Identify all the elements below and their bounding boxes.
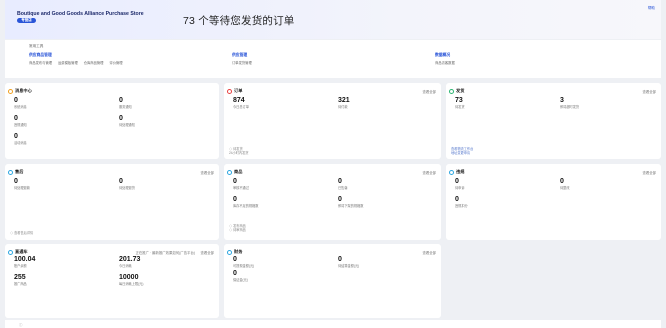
card-title: 订单: [234, 88, 243, 93]
finance-card: 财务 查看全部 0 可提现金额(元) 0 待结算金额(元) 0 保证金(元): [224, 244, 441, 318]
store-type-badge: 专营店: [17, 18, 36, 23]
tool-group-head[interactable]: 供应管理: [232, 53, 257, 58]
bottom-strip: ⓘ: [5, 320, 661, 328]
stat-to-ship[interactable]: 73 待发货: [455, 97, 465, 109]
goods-card: 商品 查看全部 0 审核不通过 0 已售罄 0 库存不足的规格数 0 即将下架的规格数 …: [224, 164, 441, 240]
view-all-link[interactable]: 查看全部: [200, 250, 214, 255]
tool-group-supply: 供应管理 订单发货管理: [232, 53, 257, 65]
aftersale-foot[interactable]: ◇ 查看售后详情: [10, 231, 33, 235]
card-title: 发货: [456, 88, 465, 93]
view-all-link[interactable]: 查看全部: [422, 170, 436, 175]
violation-card: 违规 查看全部 0 待申诉 0 待整改 0 违规扣分: [446, 164, 661, 240]
stat-service-notices[interactable]: 0 服务通知: [119, 97, 132, 109]
promo-status-text[interactable]: 正在推广 · 最新推广效果如何(广告平台): [135, 250, 195, 255]
stat-low-stock[interactable]: 0 库存不足的规格数: [233, 196, 259, 208]
stat-system-messages[interactable]: 0 系统消息: [14, 97, 27, 109]
view-all-link[interactable]: 查看全部: [642, 170, 656, 175]
card-title: 消息中心: [15, 88, 32, 93]
view-all-link[interactable]: 查看全部: [642, 89, 656, 94]
warning-icon: [449, 169, 454, 175]
stat-pending-rectify[interactable]: 0 待整改: [560, 178, 570, 190]
view-all-link[interactable]: 查看全部: [422, 89, 436, 94]
common-tools-panel: 常用工具 供应商品管理 商品发布与管理 运费模板管理 仓库商品管理 评价管理 供…: [5, 40, 661, 78]
stat-pending-notices[interactable]: 0 待处理通知: [119, 115, 135, 127]
stat-near-timeout[interactable]: 3 即将超时发货: [560, 97, 579, 109]
car-icon: [8, 249, 13, 255]
address-change-link[interactable]: 地址变更申请: [451, 151, 470, 155]
stat-pending-appeal[interactable]: 0 待申诉: [455, 178, 465, 190]
stat-today-spend[interactable]: 201.73 今日消耗: [119, 256, 140, 268]
tool-link[interactable]: 评价管理: [109, 61, 122, 65]
stat-today-orders[interactable]: 874 今日总订单: [233, 97, 249, 109]
tool-link[interactable]: 订单发货管理: [232, 61, 252, 65]
help-link[interactable]: 帮助: [648, 6, 655, 11]
tool-group-head[interactable]: 数据概况: [435, 53, 460, 58]
tool-group-goods: 供应商品管理 商品发布与管理 运费模板管理 仓库商品管理 评价管理: [29, 53, 128, 65]
stat-violation-notices[interactable]: 0 违规通知: [14, 115, 27, 127]
tool-link[interactable]: 商品访客数据: [435, 61, 455, 65]
orders-card: 订单 查看全部 874 今日总订单 321 待付款 ◇ 待发货 24小时内发货: [224, 83, 441, 159]
tool-link[interactable]: 仓库商品管理: [84, 61, 104, 65]
tools-title: 常用工具: [29, 44, 44, 48]
wallet-icon: [227, 249, 232, 255]
stat-sold-out[interactable]: 0 已售罄: [338, 178, 348, 190]
stat-activity-messages[interactable]: 0 活动消息: [14, 133, 27, 145]
promo-card: 直通车 正在推广 · 最新推广效果如何(广告平台) 查看全部 100.04 账户余…: [5, 244, 219, 318]
stat-soon-offline[interactable]: 0 即将下架的规格数: [338, 196, 364, 208]
service-icon: [8, 169, 13, 175]
stat-pending-refunds[interactable]: 0 待处理退款: [14, 178, 30, 190]
store-header: Boutique and Good Goods Alliance Purchas…: [5, 0, 661, 39]
bell-icon: [8, 88, 13, 94]
shipping-card: 发货 查看全部 73 待发货 3 即将超时发货 查看物流工作台 地址变更申请: [446, 83, 661, 159]
message-center-card: 消息中心 0 系统消息 0 服务通知 0 违规通知 0 待处理通知 0 活动消息: [5, 83, 219, 159]
truck-icon: [449, 88, 454, 94]
stat-withdrawable[interactable]: 0 可提现金额(元): [233, 256, 254, 268]
tool-link[interactable]: 商品发布与管理: [29, 61, 52, 65]
stat-account-balance[interactable]: 100.04 账户余额: [14, 256, 35, 268]
aftersale-card: 售后 查看全部 0 待处理退款 0 待处理退货 ◇ 查看售后详情: [5, 164, 219, 240]
pending-orders-notice[interactable]: 73 个等待您发货的订单: [183, 13, 295, 28]
tool-group-head[interactable]: 供应商品管理: [29, 53, 128, 58]
store-name: Boutique and Good Goods Alliance Purchas…: [17, 11, 144, 17]
card-title: 售后: [15, 169, 24, 174]
card-title: 违规: [456, 169, 465, 174]
view-all-link[interactable]: 查看全部: [422, 250, 436, 255]
stat-promo-goods[interactable]: 255 推广商品: [14, 274, 27, 286]
stat-pending-settlement[interactable]: 0 待结算金额(元): [338, 256, 359, 268]
view-all-link[interactable]: 查看全部: [200, 170, 214, 175]
stat-awaiting-payment[interactable]: 321 待付款: [338, 97, 350, 109]
stat-violation-points[interactable]: 0 违规扣分: [455, 196, 468, 208]
pending-goods-link[interactable]: ◇ 待审商品: [229, 228, 246, 232]
box-icon: [227, 169, 232, 175]
card-title: 财务: [234, 249, 243, 254]
card-title: 商品: [234, 169, 243, 174]
tool-link[interactable]: 运费模板管理: [58, 61, 78, 65]
stat-deposit[interactable]: 0 保证金(元): [233, 270, 248, 282]
stat-pending-returns[interactable]: 0 待处理退货: [119, 178, 135, 190]
stat-review-rejected[interactable]: 0 审核不通过: [233, 178, 249, 190]
order-icon: [227, 88, 232, 94]
card-title: 直通车: [15, 249, 28, 254]
info-icon: ⓘ: [19, 323, 23, 327]
stat-daily-limit[interactable]: 10000 每日消耗上限(元): [119, 274, 143, 286]
orders-foot-2[interactable]: 24小时内发货: [229, 151, 248, 155]
tool-group-data: 数据概况 商品访客数据: [435, 53, 460, 65]
